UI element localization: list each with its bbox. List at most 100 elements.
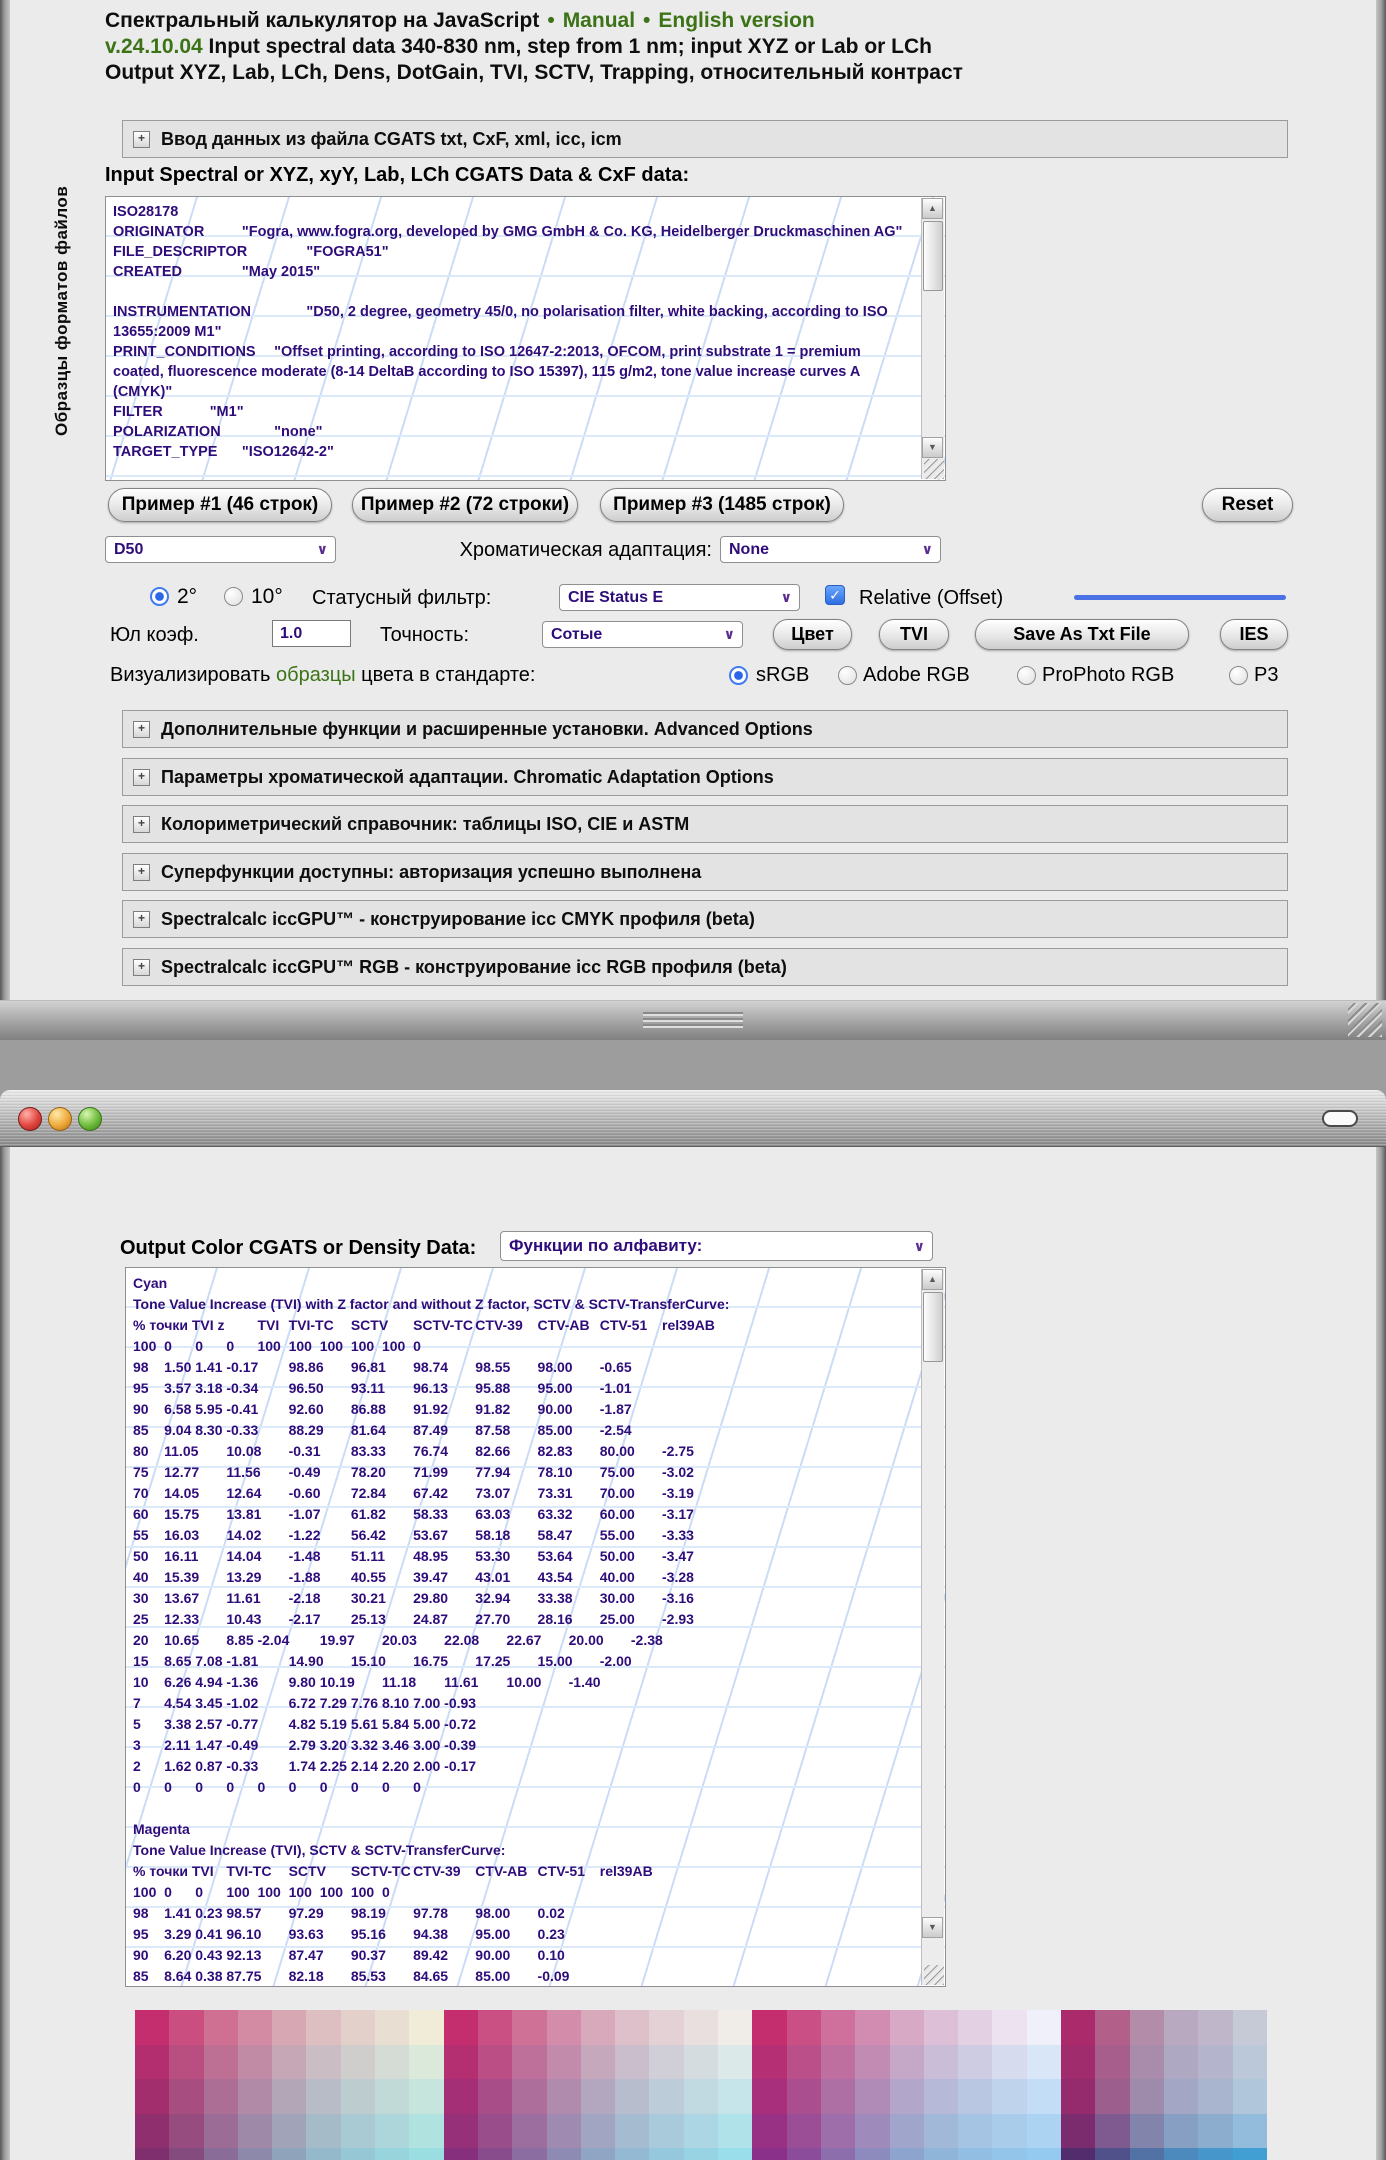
english-version-link[interactable]: English version xyxy=(658,9,814,32)
status-filter-select[interactable]: CIE Status E ∨ xyxy=(559,584,800,611)
swatch-cell xyxy=(547,2079,581,2114)
example3-button[interactable]: Пример #3 (1485 строк) xyxy=(600,488,844,522)
expand-icon[interactable]: + xyxy=(133,816,150,833)
zoom-icon[interactable] xyxy=(78,1107,102,1131)
swatch-cell xyxy=(512,2010,546,2045)
p3-radio[interactable] xyxy=(1229,666,1248,685)
expand-icon[interactable]: + xyxy=(133,911,150,928)
p3-label: P3 xyxy=(1254,664,1278,687)
relative-offset-checkbox[interactable]: ✓ xyxy=(825,585,845,605)
srgb-label: sRGB xyxy=(756,664,809,687)
samples-link[interactable]: образцы xyxy=(276,664,356,686)
functions-select[interactable]: Функции по алфавиту: ∨ xyxy=(500,1231,933,1261)
close-icon[interactable] xyxy=(18,1107,42,1131)
scroll-up-icon[interactable]: ▲ xyxy=(922,198,943,219)
section-colorimetric-reference[interactable]: + Колориметрический справочник: таблицы … xyxy=(122,805,1288,843)
example1-button[interactable]: Пример #1 (46 строк) xyxy=(108,488,332,522)
chromatic-adaptation-select[interactable]: None ∨ xyxy=(720,536,941,563)
expand-icon[interactable]: + xyxy=(133,959,150,976)
yule-coef-input[interactable]: 1.0 xyxy=(272,620,351,647)
swatch-cell xyxy=(238,2114,272,2149)
expand-icon[interactable]: + xyxy=(133,769,150,786)
precision-select[interactable]: Сотые ∨ xyxy=(542,621,743,648)
window-frame-left xyxy=(0,1147,10,2160)
expand-icon[interactable]: + xyxy=(133,131,150,148)
swatch-cell xyxy=(478,2079,512,2114)
chevron-down-icon: ∨ xyxy=(317,537,328,562)
ies-button[interactable]: IES xyxy=(1220,619,1288,650)
save-as-txt-button[interactable]: Save As Txt File xyxy=(975,619,1189,650)
swatch-cell xyxy=(855,2114,889,2149)
precision-value: Сотые xyxy=(551,626,602,643)
input-data-label: Input Spectral or XYZ, xyY, Lab, LCh CGA… xyxy=(105,164,689,187)
swatch-cell xyxy=(1061,2010,1095,2045)
section-iccgpu-cmyk[interactable]: + Spectralcalc iccGPU™ - конструирование… xyxy=(122,900,1288,938)
swatch-cell xyxy=(204,2045,238,2080)
scroll-down-icon[interactable]: ▼ xyxy=(922,437,943,458)
section-superfunctions[interactable]: + Суперфункции доступны: авторизация усп… xyxy=(122,853,1288,891)
example2-button[interactable]: Пример #2 (72 строки) xyxy=(352,488,578,522)
functions-value: Функции по алфавиту: xyxy=(509,1236,702,1255)
section-iccgpu-rgb[interactable]: + Spectralcalc iccGPU™ RGB - конструиров… xyxy=(122,948,1288,986)
prophoto-rgb-radio[interactable] xyxy=(1017,666,1036,685)
adobe-rgb-radio[interactable] xyxy=(838,666,857,685)
swatch-cell xyxy=(306,2079,340,2114)
output-cgats-textarea[interactable]: Cyan Tone Value Increase (TVI) with Z fa… xyxy=(125,1267,946,1987)
section-chromatic-adaptation-options[interactable]: + Параметры хроматической адаптации. Chr… xyxy=(122,758,1288,796)
swatch-cell xyxy=(375,2045,409,2080)
minimize-icon[interactable] xyxy=(48,1107,72,1131)
swatch-cell xyxy=(478,2148,512,2160)
observer-2deg-radio[interactable] xyxy=(150,587,169,606)
observer-10deg-radio[interactable] xyxy=(224,587,243,606)
input-spectral-textarea[interactable]: ISO28178 ORIGINATOR "Fogra, www.fogra.or… xyxy=(105,196,946,481)
swatch-cell xyxy=(581,2079,615,2114)
scroll-up-icon[interactable]: ▲ xyxy=(922,1269,943,1290)
visualize-prefix: Визуализировать xyxy=(110,664,276,686)
swatch-cell xyxy=(169,2148,203,2160)
reset-button[interactable]: Reset xyxy=(1202,488,1293,522)
output-scrollbar[interactable]: ▲ ▼ xyxy=(921,1269,944,1985)
scroll-thumb[interactable] xyxy=(923,221,943,291)
expand-icon[interactable]: + xyxy=(133,864,150,881)
status-filter-label: Статусный фильтр: xyxy=(312,587,491,610)
scroll-down-icon[interactable]: ▼ xyxy=(922,1917,943,1938)
swatch-area xyxy=(135,2010,1269,2160)
file-format-samples-link[interactable]: Образцы форматов файлов xyxy=(52,168,72,436)
swatch-cell xyxy=(821,2148,855,2160)
output-window: Output Color CGATS or Density Data: Функ… xyxy=(0,1090,1386,2160)
expand-icon[interactable]: + xyxy=(133,721,150,738)
chevron-down-icon: ∨ xyxy=(724,622,735,647)
offset-slider[interactable] xyxy=(1074,595,1286,600)
swatch-cell xyxy=(341,2114,375,2149)
swatch-cell xyxy=(924,2114,958,2149)
scroll-thumb[interactable] xyxy=(923,1292,943,1362)
swatch-cell xyxy=(341,2010,375,2045)
window-drag-ridges-icon[interactable] xyxy=(643,1012,743,1029)
textarea-resize-grip-icon[interactable] xyxy=(924,1965,944,1985)
swatch-cell xyxy=(1198,2079,1232,2114)
collapse-widget-icon[interactable] xyxy=(1322,1110,1358,1127)
window-resize-grip-icon[interactable] xyxy=(1348,1003,1382,1037)
output-window-titlebar[interactable] xyxy=(0,1090,1386,1147)
status-filter-value: CIE Status E xyxy=(568,589,663,606)
manual-link[interactable]: Manual xyxy=(563,9,635,32)
bullet-icon: • xyxy=(635,9,658,32)
tvi-button[interactable]: TVI xyxy=(879,619,949,650)
swatch-cell xyxy=(409,2045,443,2080)
swatch-cell xyxy=(718,2148,752,2160)
swatch-cell xyxy=(1061,2148,1095,2160)
illuminant-select[interactable]: D50 ∨ xyxy=(105,536,336,563)
swatch-cell xyxy=(890,2148,924,2160)
textarea-resize-grip-icon[interactable] xyxy=(924,459,944,479)
swatch-cell xyxy=(478,2114,512,2149)
section-file-input[interactable]: + Ввод данных из файла CGATS txt, CxF, x… xyxy=(122,120,1288,158)
color-button[interactable]: Цвет xyxy=(773,619,852,650)
swatch-cell xyxy=(409,2114,443,2149)
srgb-radio[interactable] xyxy=(729,666,748,685)
title-line-1: Спектральный калькулятор на JavaScript•M… xyxy=(105,8,1295,34)
swatch-cell xyxy=(1164,2079,1198,2114)
input-scrollbar[interactable]: ▲ ▼ xyxy=(921,198,944,479)
section-advanced-options[interactable]: + Дополнительные функции и расширенные у… xyxy=(122,710,1288,748)
swatch-cell xyxy=(1130,2114,1164,2149)
output-cgats-text: Cyan Tone Value Increase (TVI) with Z fa… xyxy=(127,1269,921,1985)
